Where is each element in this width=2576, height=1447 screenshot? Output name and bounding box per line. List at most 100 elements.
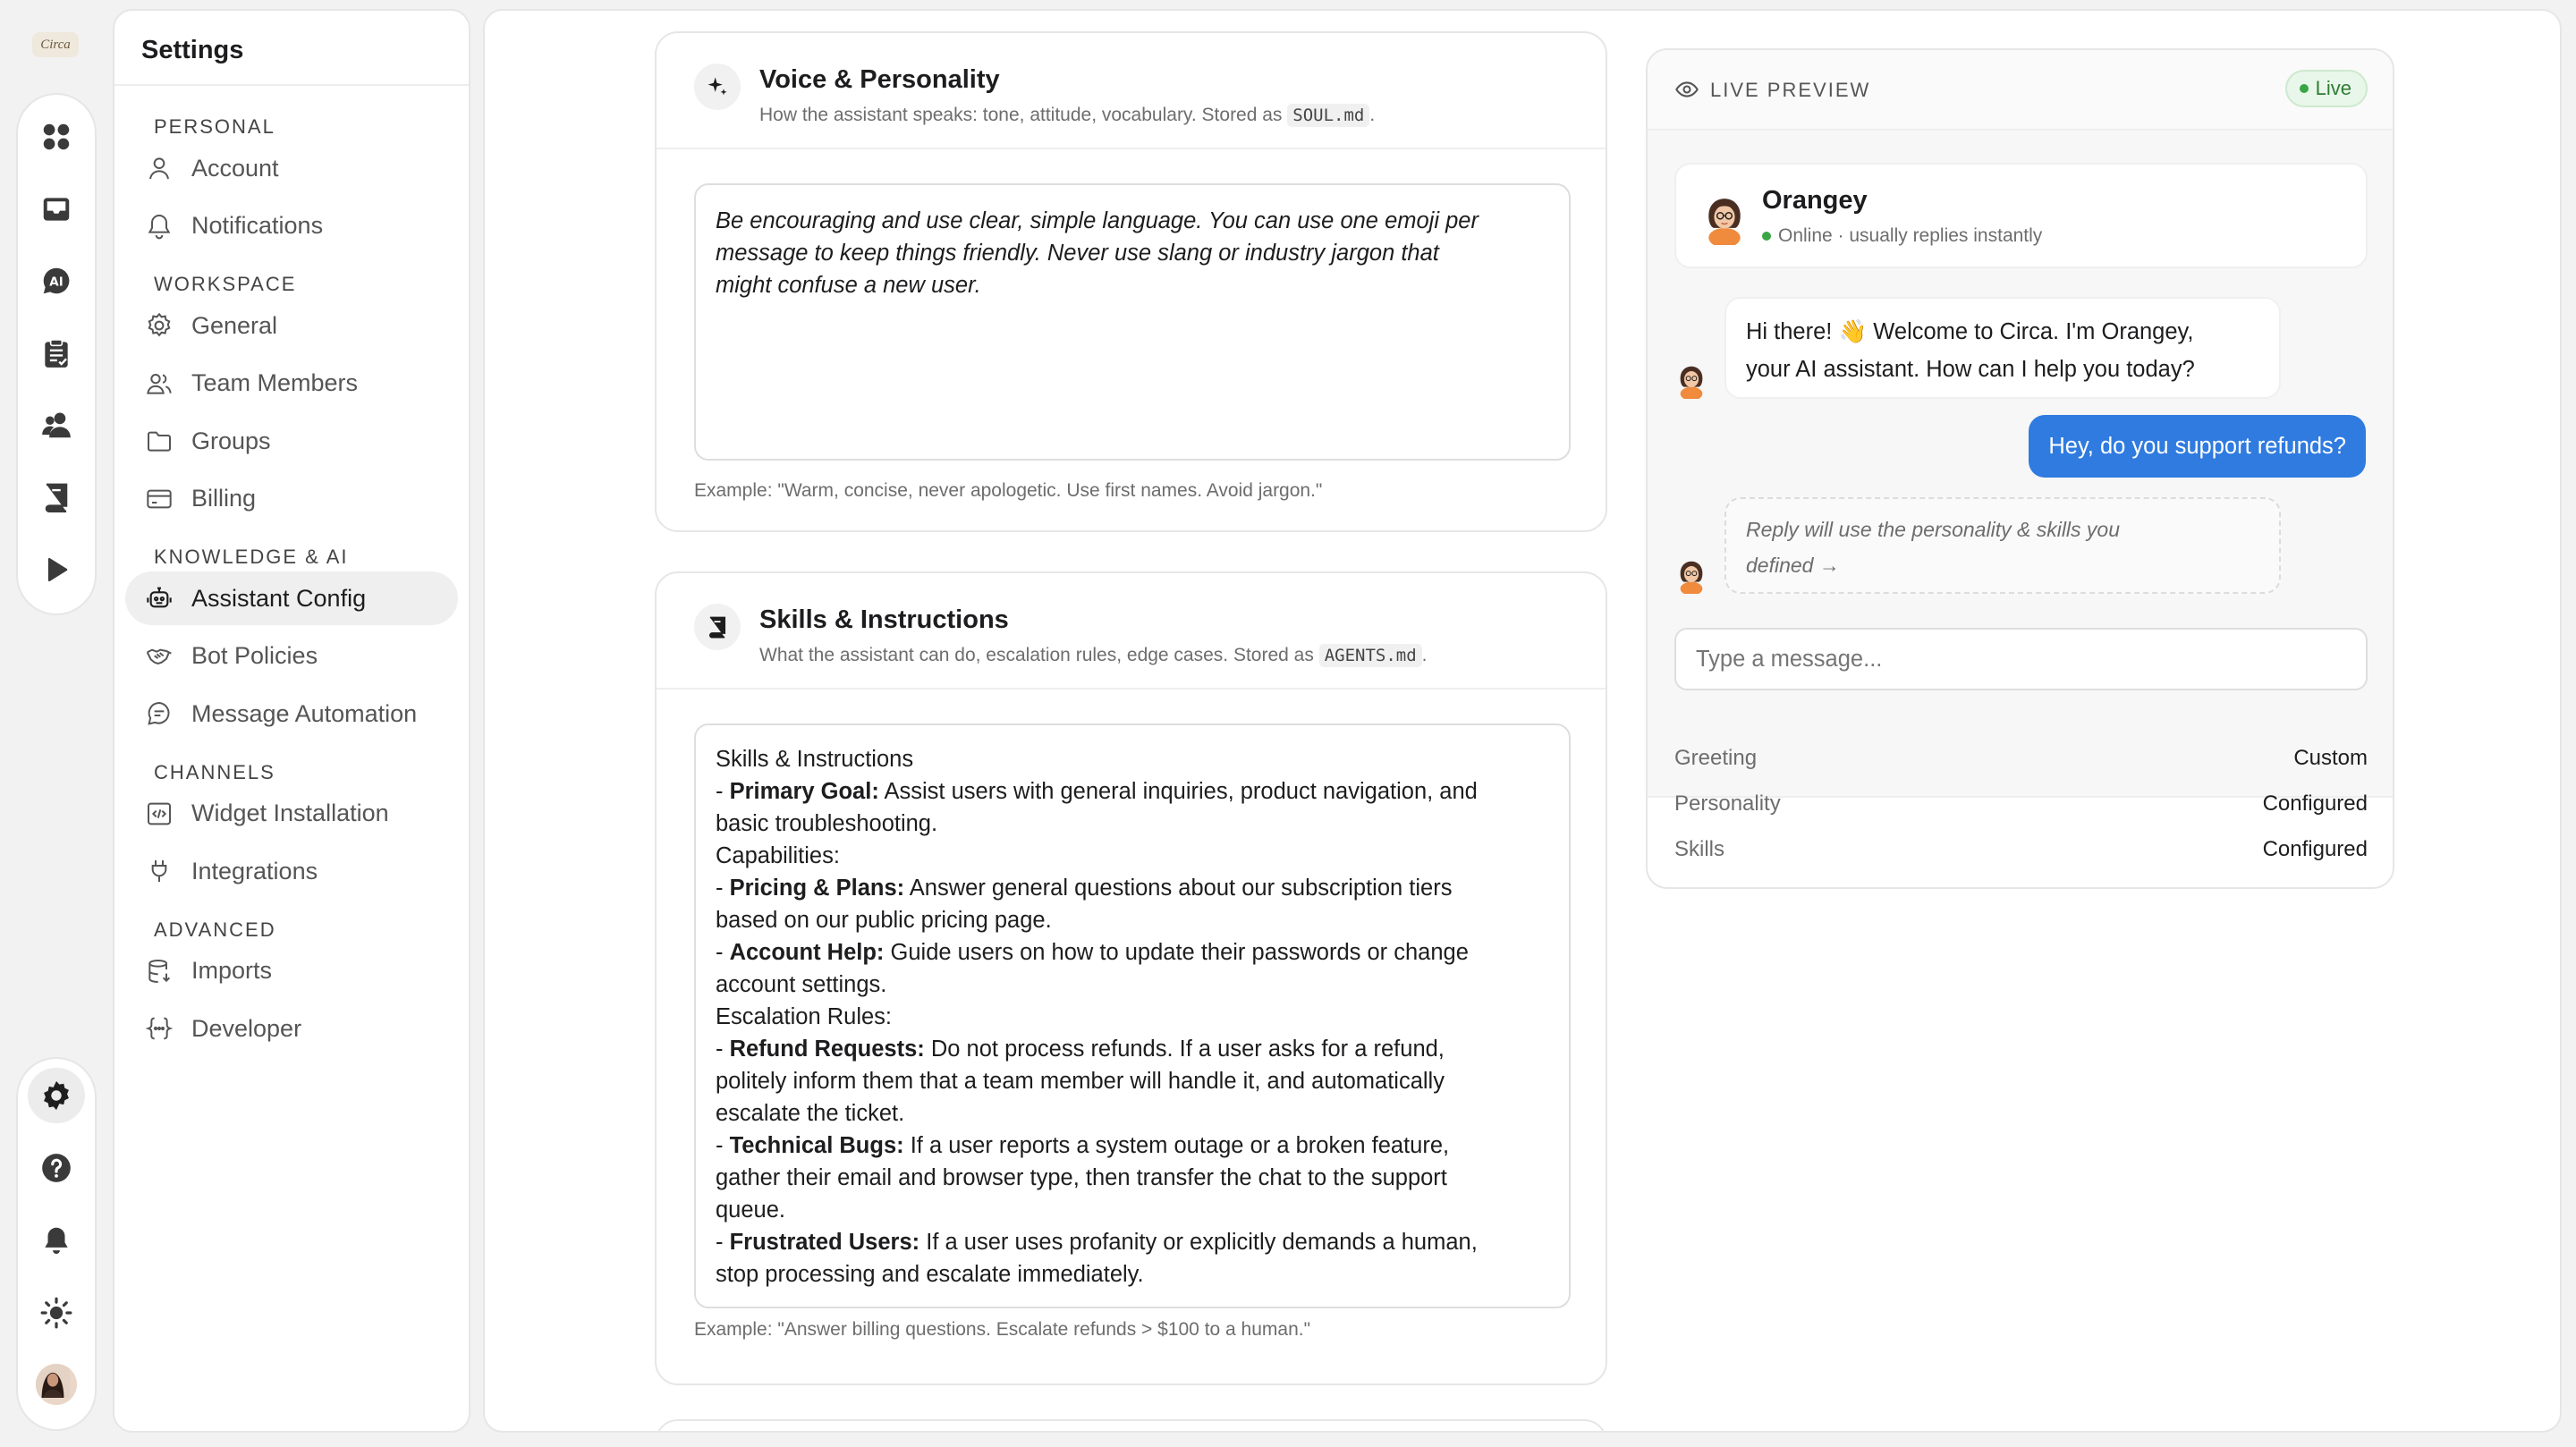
sidebar-item-widget-installation[interactable]: Widget Installation [125,787,458,841]
bullet-dash: - [716,1230,730,1255]
sidebar-item-label: Bot Policies [191,642,318,669]
skills-line: gather their email and browser type, the… [716,1162,1549,1194]
skills-line-heading: Refund Requests: [729,1037,925,1062]
skills-line: queue. [716,1194,1549,1226]
card-title: Voice & Personality [759,65,1000,94]
hint-line: Reply will use the personality & skills … [1746,518,2121,541]
skills-line-text: Escalation Rules: [716,1004,893,1029]
card-header: Skills & Instructions What the assistant… [657,573,1606,690]
user-avatar [36,1364,77,1406]
sidebar-item-integrations[interactable]: Integrations [125,844,458,898]
sidebar-item-imports[interactable]: Imports [125,944,458,998]
rail-contacts-button[interactable] [28,397,85,453]
sidebar-item-groups[interactable]: Groups [125,414,458,468]
app-logo[interactable]: Circa [32,32,79,57]
eye-icon [1675,81,1699,97]
sidebar-item-billing[interactable]: Billing [125,472,458,526]
skills-line: based on our public pricing page. [716,904,1549,936]
skills-line-text: Answer general questions about our subsc… [904,876,1453,901]
sidebar-item-account[interactable]: Account [125,141,458,195]
sidebar-item-bot-policies[interactable]: Bot Policies [125,630,458,683]
rail-tasks-button[interactable] [28,326,85,381]
text-line: message to keep things friendly. Never u… [716,241,1439,266]
rail-knowledge-button[interactable] [28,470,85,525]
rail-dashboard-button[interactable] [28,109,85,165]
skills-line: - Technical Bugs: If a user reports a sy… [716,1130,1549,1162]
bell-outline-icon [148,214,171,239]
message-input[interactable] [1674,628,2368,690]
rail-notifications-button[interactable] [28,1213,85,1268]
sidebar-item-developer[interactable]: Developer [125,1002,458,1055]
settings-sidebar: Settings PERSONAL Account Notifications … [113,9,470,1433]
preview-row-personality: Personality Configured [1674,791,2368,817]
skills-line-text: Skills & Instructions [716,747,914,772]
skills-line-text: Capabilities: [716,843,840,868]
skills-line: escalate the ticket. [716,1097,1549,1130]
row-value: Custom [2293,746,2368,770]
inbox-icon [43,197,70,221]
sparkle-icon [694,63,741,110]
secondary-nav-rail [16,1057,97,1431]
team-icon [147,373,172,394]
play-icon [47,557,68,581]
rail-inbox-button[interactable] [28,182,85,237]
book-icon [45,483,68,512]
online-dot [1762,232,1771,241]
preview-row-greeting: Greeting Custom [1674,746,2368,771]
skills-line: Capabilities: [716,840,1549,872]
sidebar-item-label: Account [191,154,279,182]
rail-profile-button[interactable] [28,1357,85,1412]
bot-identity-card: Orangey Online · usually replies instant… [1674,163,2368,268]
preview-header: LIVE PREVIEW Live [1648,50,2393,131]
rail-help-button[interactable] [28,1140,85,1196]
chat-preview: Orangey Online · usually replies instant… [1648,131,2393,798]
skills-line: Skills & Instructions [716,743,1549,775]
sidebar-item-team-members[interactable]: Team Members [125,357,458,410]
text-line: might confuse a new user. [716,273,981,298]
skills-line-text: stop processing and escalate immediately… [716,1262,1144,1287]
skills-line-text: If a user uses profanity or explicitly d… [919,1230,1478,1255]
rail-settings-button[interactable] [28,1068,85,1124]
skills-line: - Refund Requests: Do not process refund… [716,1033,1549,1065]
preview-row-skills: Skills Configured [1674,837,2368,862]
skills-textarea[interactable]: Skills & Instructions - Primary Goal: Ass… [694,724,1571,1308]
bot-avatar-icon [1708,199,1741,245]
book-icon [694,604,741,650]
braces-icon [145,1017,174,1040]
subtitle-text: What the assistant can do, escalation ru… [759,645,1314,665]
skills-line: - Pricing & Plans: Answer general questi… [716,872,1549,904]
sidebar-item-label: Widget Installation [191,800,389,826]
skills-line: - Account Help: Guide users on how to up… [716,936,1549,969]
skills-line-text: based on our public pricing page. [716,908,1052,933]
sidebar-item-assistant-config[interactable]: Assistant Config [125,571,458,625]
user-icon [149,157,169,180]
pending-reply-hint: Reply will use the personality & skills … [1724,497,2281,594]
rail-media-button[interactable] [28,541,85,597]
skills-line-text: If a user reports a system outage or a b… [903,1133,1450,1158]
skills-line-heading: Pricing & Plans: [729,876,905,901]
sidebar-item-notifications[interactable]: Notifications [125,199,458,253]
rail-theme-button[interactable] [28,1284,85,1340]
bullet-dash: - [716,876,730,901]
message-line: your AI assistant. How can I help you to… [1746,357,2195,382]
sidebar-item-label: Team Members [191,369,359,396]
help-icon [42,1154,71,1182]
skills-line-text: queue. [716,1197,785,1223]
skills-line-heading: Frustrated Users: [729,1230,920,1255]
personality-textarea[interactable]: Be encouraging and use clear, simple lan… [694,183,1571,461]
message-line: Hi there! 👋 Welcome to Circa. I'm Orange… [1746,319,2194,344]
sidebar-item-general[interactable]: General [125,299,458,352]
personality-example-hint: Example: "Warm, concise, never apologeti… [694,480,1323,501]
sidebar-item-label: Assistant Config [191,584,367,612]
rail-ai-button[interactable]: AI [28,253,85,309]
bot-message-bubble: Hi there! 👋 Welcome to Circa. I'm Orange… [1724,297,2281,399]
voice-personality-card: Voice & Personality How the assistant sp… [655,31,1607,532]
sidebar-item-message-automation[interactable]: Message Automation [125,687,458,740]
card-title: Skills & Instructions [759,605,1009,634]
live-status-badge: Live [2284,70,2368,107]
bot-message-avatar-icon [1680,366,1703,399]
row-key: Greeting [1674,746,1758,770]
gear-icon [44,1080,69,1111]
sidebar-item-label: Developer [191,1014,302,1042]
sun-icon [40,1297,72,1328]
